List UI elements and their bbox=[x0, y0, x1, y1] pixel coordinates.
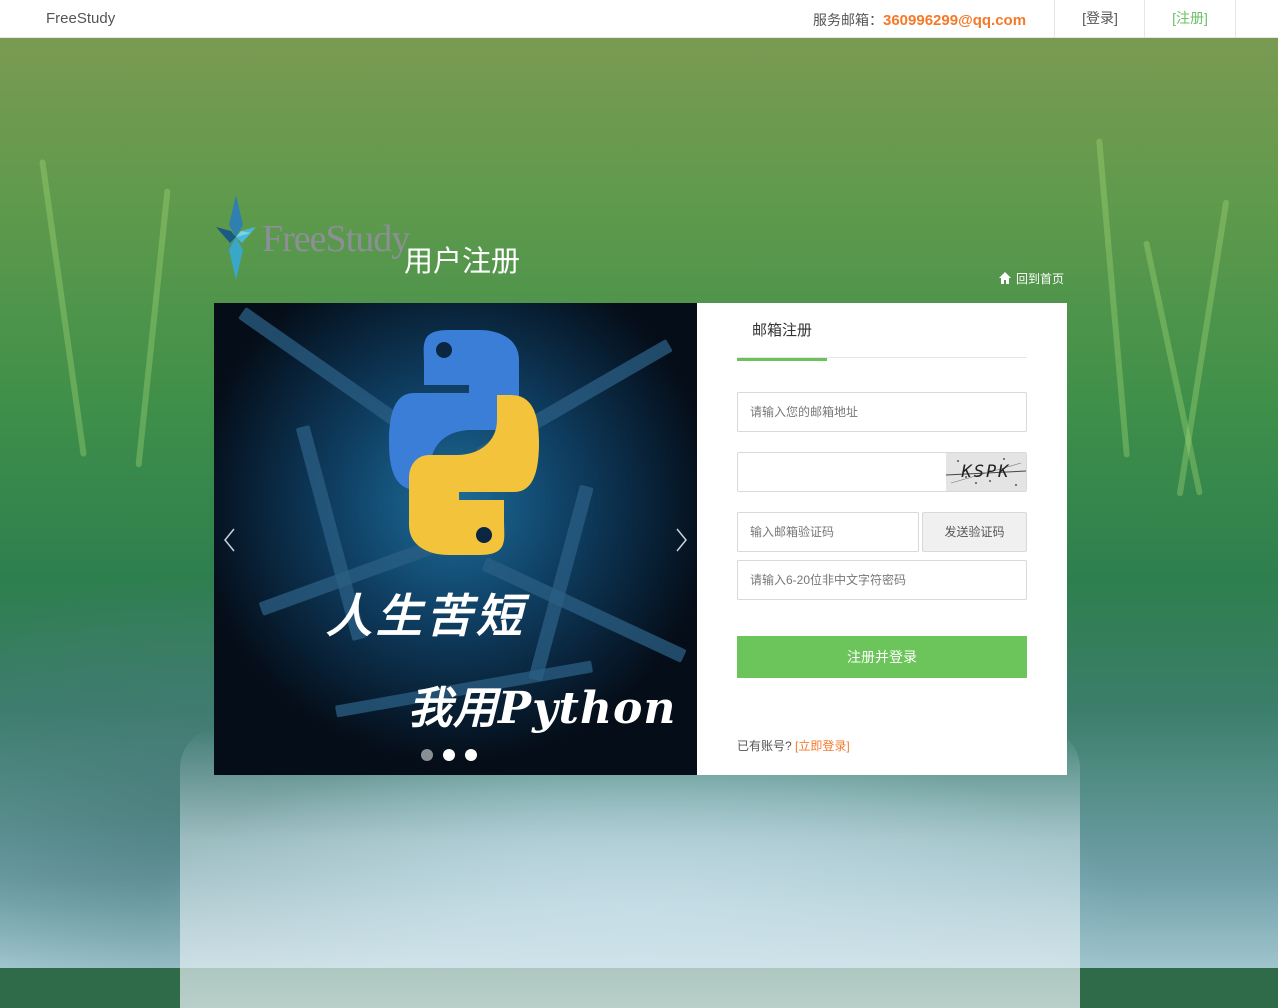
tab-divider bbox=[737, 357, 1027, 358]
top-bar: FreeStudy 服务邮箱：360996299@qq.com [登录] [注册… bbox=[0, 0, 1278, 38]
password-input[interactable] bbox=[737, 560, 1027, 600]
captcha-image[interactable]: KSPK bbox=[946, 453, 1026, 491]
brand-name: FreeStudy bbox=[46, 10, 116, 27]
back-home-link[interactable]: 回到首页 bbox=[999, 270, 1064, 287]
grass-decoration bbox=[39, 159, 87, 457]
captcha-text: KSPK bbox=[961, 462, 1011, 482]
tab-email-register[interactable]: 邮箱注册 bbox=[737, 303, 827, 361]
register-login-button[interactable]: 注册并登录 bbox=[737, 636, 1027, 678]
have-account-line: 已有账号? [立即登录] bbox=[737, 737, 850, 754]
grass-decoration bbox=[1176, 199, 1230, 497]
carousel-dot-1[interactable] bbox=[421, 749, 433, 761]
email-code-input[interactable] bbox=[737, 512, 919, 552]
carousel-slogan-line1: 人生苦短 bbox=[326, 589, 526, 643]
nav-login-link[interactable]: [登录] bbox=[1054, 0, 1145, 37]
carousel-dot-2[interactable] bbox=[443, 749, 455, 761]
carousel-next-button[interactable] bbox=[665, 515, 697, 565]
send-code-button[interactable]: 发送验证码 bbox=[922, 512, 1027, 552]
carousel-slogan-line2: 我用Python bbox=[408, 683, 677, 734]
carousel-prev-button[interactable] bbox=[214, 515, 246, 565]
back-home-label: 回到首页 bbox=[1016, 272, 1065, 286]
login-now-link[interactable]: [立即登录] bbox=[795, 739, 850, 753]
chevron-right-icon bbox=[676, 528, 687, 552]
nav-register-link[interactable]: [注册] bbox=[1144, 0, 1236, 37]
service-email: 服务邮箱：360996299@qq.com bbox=[813, 10, 1026, 30]
email-input[interactable] bbox=[737, 392, 1027, 432]
grass-decoration bbox=[1143, 240, 1203, 496]
page-title: 用户注册 bbox=[404, 246, 521, 278]
have-account-label: 已有账号? bbox=[737, 739, 792, 753]
grass-decoration bbox=[1096, 138, 1130, 458]
carousel-dot-3[interactable] bbox=[465, 749, 477, 761]
chevron-left-icon bbox=[224, 528, 235, 552]
logo-text: FreeStudy bbox=[262, 218, 410, 260]
register-panel: 邮箱注册 KSPK 发送验证码 注册并登录 已有账号? [立即登录] bbox=[697, 303, 1067, 775]
home-icon bbox=[999, 272, 1011, 284]
service-email-address[interactable]: 360996299@qq.com bbox=[883, 12, 1026, 29]
carousel-indicators bbox=[421, 748, 487, 766]
grass-decoration bbox=[135, 188, 171, 468]
service-label: 服务邮箱： bbox=[813, 12, 883, 28]
